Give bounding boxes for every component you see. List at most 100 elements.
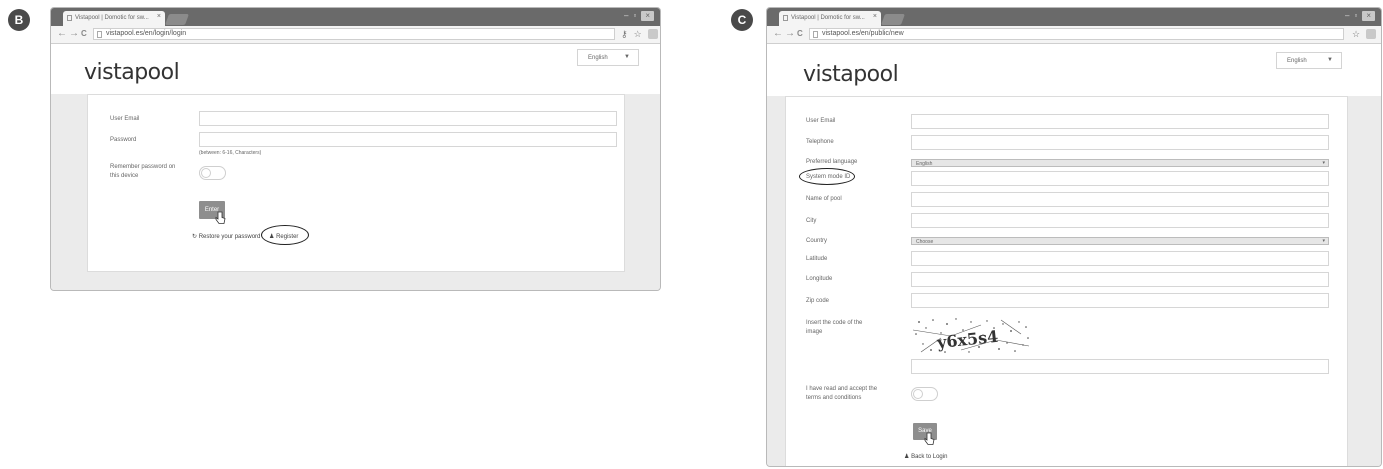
vistapool-logo: vistapool — [803, 62, 899, 87]
chevron-down-icon: ▾ — [1322, 160, 1325, 166]
toggle-knob — [913, 389, 923, 399]
captcha-label: Insert the code of the image — [806, 320, 863, 335]
language-select[interactable]: English ▼ — [577, 49, 639, 66]
language-value: English — [588, 55, 608, 61]
navigation-bar: ← → C vistapool.es/en/login/login ⚷ ☆ — [51, 26, 660, 44]
back-arrow-icon[interactable]: ← — [57, 27, 67, 41]
browser-window-login: Vistapool | Domotic for sw... × – ▫ × ← … — [50, 7, 661, 291]
system-mode-id-field[interactable] — [911, 171, 1329, 186]
bookmark-star-icon[interactable]: ☆ — [1352, 28, 1360, 40]
bookmark-star-icon[interactable]: ☆ — [634, 28, 642, 40]
key-icon[interactable]: ⚷ — [621, 28, 628, 40]
password-hint: (between: 6-16, Characters) — [199, 150, 262, 156]
window-controls: – ▫ × — [624, 11, 654, 21]
back-to-login-link[interactable]: ♟ Back to Login — [904, 453, 947, 460]
back-arrow-icon[interactable]: ← — [773, 27, 783, 41]
reload-icon[interactable]: C — [81, 27, 87, 41]
window-close-icon[interactable]: × — [641, 11, 654, 21]
latitude-label: Latitude — [806, 256, 828, 262]
reload-icon[interactable]: C — [797, 27, 803, 41]
minimize-icon[interactable]: – — [624, 11, 628, 21]
url-text: vistapool.es/en/public/new — [822, 30, 904, 37]
remember-password-toggle[interactable] — [199, 166, 226, 180]
pool-name-label: Name of pool — [806, 196, 842, 202]
window-controls: – ▫ × — [1345, 11, 1375, 21]
chevron-down-icon: ▼ — [624, 54, 630, 60]
system-mode-highlight-ellipse — [799, 168, 855, 185]
telephone-label: Telephone — [806, 139, 834, 145]
forward-arrow-icon[interactable]: → — [69, 27, 79, 41]
window-close-icon[interactable]: × — [1362, 11, 1375, 21]
extension-icon[interactable] — [647, 29, 658, 39]
page-icon — [813, 31, 818, 38]
remember-password-label: Remember password on this device — [110, 164, 176, 179]
vistapool-logo: vistapool — [84, 60, 180, 85]
page-favicon-icon — [783, 15, 788, 21]
maximize-icon[interactable]: ▫ — [633, 11, 636, 21]
panel-label-c: C — [731, 9, 753, 31]
hand-cursor-icon — [215, 211, 226, 224]
country-select[interactable]: Choose ▾ — [911, 237, 1329, 245]
tab-strip: Vistapool | Domotic for sw... × – ▫ × — [51, 8, 660, 26]
tab-strip: Vistapool | Domotic for sw... × – ▫ × — [767, 8, 1381, 26]
pool-name-field[interactable] — [911, 192, 1329, 207]
toggle-knob — [201, 168, 211, 178]
country-label: Country — [806, 238, 828, 244]
site-header: vistapool English ▼ — [51, 44, 660, 94]
browser-tab[interactable]: Vistapool | Domotic for sw... × — [63, 11, 165, 26]
login-form-card: User Email Password (between: 6-16, Char… — [87, 94, 625, 272]
register-highlight-ellipse — [261, 225, 309, 245]
email-label: User Email — [806, 118, 836, 124]
extension-icon[interactable] — [1366, 29, 1377, 39]
city-label: City — [806, 218, 817, 224]
longitude-label: Longitude — [806, 276, 833, 282]
registration-form-card: User Email Telephone Preferred language … — [785, 96, 1348, 466]
url-text: vistapool.es/en/login/login — [106, 30, 187, 37]
zip-code-label: Zip code — [806, 298, 830, 304]
browser-window-registration: Vistapool | Domotic for sw... × – ▫ × ← … — [766, 7, 1382, 467]
navigation-bar: ← → C vistapool.es/en/public/new ☆ — [767, 26, 1381, 44]
hand-cursor-icon — [924, 432, 935, 445]
email-label: User Email — [110, 116, 140, 122]
maximize-icon[interactable]: ▫ — [1354, 11, 1357, 21]
email-field[interactable] — [911, 114, 1329, 129]
forward-arrow-icon[interactable]: → — [785, 27, 795, 41]
restore-password-text: Restore your password — [198, 234, 261, 240]
address-bar[interactable]: vistapool.es/en/public/new — [809, 28, 1344, 40]
password-field[interactable] — [199, 132, 617, 147]
country-value: Choose — [916, 239, 934, 245]
site-header: vistapool English ▼ — [767, 44, 1381, 96]
panel-label-b: B — [8, 9, 30, 31]
captcha-answer-field[interactable] — [911, 359, 1329, 374]
page-icon — [97, 31, 102, 38]
refresh-icon: ↻ — [192, 234, 198, 240]
tab-title: Vistapool | Domotic for sw... — [75, 15, 149, 21]
password-label: Password — [110, 137, 137, 143]
new-tab-button[interactable] — [164, 14, 190, 25]
preferred-language-value: English — [916, 161, 933, 167]
email-field[interactable] — [199, 111, 617, 126]
browser-tab[interactable]: Vistapool | Domotic for sw... × — [779, 11, 881, 26]
language-select[interactable]: English ▼ — [1276, 52, 1342, 69]
user-icon: ♟ — [904, 454, 910, 460]
terms-label: I have read and accept the terms and con… — [806, 386, 878, 401]
new-tab-button[interactable] — [880, 14, 906, 25]
tab-close-icon[interactable]: × — [873, 13, 877, 20]
restore-password-link[interactable]: ↻ Restore your password — [192, 233, 260, 240]
telephone-field[interactable] — [911, 135, 1329, 150]
terms-toggle[interactable] — [911, 387, 938, 401]
latitude-field[interactable] — [911, 251, 1329, 266]
language-value: English — [1287, 58, 1307, 64]
back-to-login-text: Back to Login — [911, 454, 948, 460]
zip-code-field[interactable] — [911, 293, 1329, 308]
preferred-language-select[interactable]: English ▾ — [911, 159, 1329, 167]
longitude-field[interactable] — [911, 272, 1329, 287]
tab-close-icon[interactable]: × — [157, 13, 161, 20]
city-field[interactable] — [911, 213, 1329, 228]
address-bar[interactable]: vistapool.es/en/login/login — [93, 28, 615, 40]
minimize-icon[interactable]: – — [1345, 11, 1349, 21]
page-favicon-icon — [67, 15, 72, 21]
page-content: vistapool English ▼ User Email Telephone… — [767, 44, 1381, 466]
chevron-down-icon: ▼ — [1327, 57, 1333, 63]
chevron-down-icon: ▾ — [1322, 238, 1325, 244]
